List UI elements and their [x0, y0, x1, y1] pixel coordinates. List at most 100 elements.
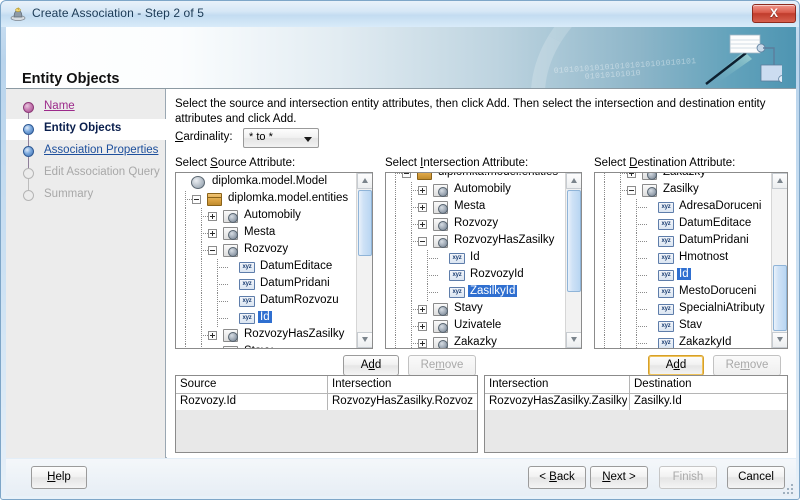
help-button[interactable]: Help: [31, 466, 87, 489]
tree-node[interactable]: xyz SpecialniAtributy: [595, 301, 787, 318]
tree-node[interactable]: Automobily: [176, 208, 372, 225]
tree-node[interactable]: Mesta: [386, 199, 581, 216]
tree-node-label: Hmotnost: [679, 251, 729, 263]
tree-node[interactable]: Stavy: [176, 344, 372, 348]
tree-guide-line: [636, 343, 647, 344]
scroll-thumb[interactable]: [773, 265, 787, 331]
intersection-destination-table[interactable]: Intersection Destination RozvozyHasZasil…: [484, 375, 788, 453]
expand-node-icon[interactable]: [627, 173, 636, 178]
next-button-label: Next >: [602, 471, 636, 483]
cardinality-select[interactable]: * to *: [243, 128, 319, 148]
tree-node[interactable]: Mesta: [176, 225, 372, 242]
tree-node[interactable]: xyz Id: [386, 250, 581, 267]
tree-node[interactable]: xyz Hmotnost: [595, 250, 787, 267]
tree-node[interactable]: RozvozyHasZasilky: [176, 327, 372, 344]
scroll-down-icon[interactable]: [566, 332, 581, 348]
tree-node[interactable]: diplomka.model.Model: [176, 174, 372, 191]
source-attribute-tree[interactable]: diplomka.model.Model diplomka.model.entit…: [175, 172, 373, 349]
tree-node-label: Uzivatele: [454, 319, 502, 331]
tree-node[interactable]: diplomka.model.entities: [386, 173, 581, 182]
tree-guide-line: [201, 276, 202, 293]
table-row[interactable]: RozvozyHasZasilky.ZasilkyId Zasilky.Id: [485, 394, 787, 410]
next-button[interactable]: Next >: [590, 466, 648, 489]
tree-node[interactable]: Stavy: [386, 301, 581, 318]
scroll-up-icon[interactable]: [357, 173, 372, 189]
tree-guide-line: [185, 276, 186, 293]
tree-node[interactable]: Zasilky: [595, 182, 787, 199]
intersection-tree-scrollbar[interactable]: [565, 173, 581, 348]
destination-attribute-tree[interactable]: Zakazky Zasilky xyz AdresaDoruceni xyz DatumE…: [594, 172, 788, 349]
tree-node[interactable]: xyz Id: [176, 310, 372, 327]
tree-node[interactable]: diplomka.model.entities: [176, 191, 372, 208]
tree-node[interactable]: Zakazky: [595, 173, 787, 182]
expand-node-icon[interactable]: [208, 212, 217, 221]
expand-node-icon[interactable]: [418, 186, 427, 195]
tree-guide-line: [636, 224, 647, 225]
column-header-source: Source: [180, 378, 217, 390]
scroll-thumb[interactable]: [358, 190, 372, 256]
expand-node-icon[interactable]: [208, 229, 217, 238]
tree-node[interactable]: xyz DatumEditace: [595, 216, 787, 233]
intersection-attribute-tree[interactable]: diplomka.model.entities Automobily Mesta Ro…: [385, 172, 582, 349]
back-button[interactable]: < Back: [528, 466, 586, 489]
scroll-up-icon[interactable]: [772, 173, 787, 189]
scroll-down-icon[interactable]: [357, 332, 372, 348]
step-item-entity-objects[interactable]: Entity Objects: [6, 119, 166, 152]
tree-node[interactable]: xyz ZakazkyId: [595, 335, 787, 348]
attribute-xyz-icon: xyz: [239, 296, 255, 307]
cell-intersection: RozvozyHasZasilky.ZasilkyId: [489, 395, 627, 407]
destination-tree-scrollbar[interactable]: [771, 173, 787, 348]
expand-node-icon[interactable]: [418, 339, 427, 348]
tree-guide-line: [201, 293, 202, 310]
tree-node[interactable]: xyz MestoDoruceni: [595, 284, 787, 301]
scroll-thumb[interactable]: [567, 190, 581, 292]
tree-node[interactable]: RozvozyHasZasilky: [386, 233, 581, 250]
expand-node-icon[interactable]: [418, 322, 427, 331]
tree-node[interactable]: Zakazky: [386, 335, 581, 348]
tree-node[interactable]: xyz DatumPridani: [595, 233, 787, 250]
expand-node-icon[interactable]: [418, 305, 427, 314]
resize-grip-icon[interactable]: [781, 482, 793, 494]
tree-node[interactable]: xyz DatumRozvozu: [176, 293, 372, 310]
source-intersection-table[interactable]: Source Intersection Rozvozy.Id RozvozyHa…: [175, 375, 478, 453]
tree-node-label: RozvozyHasZasilky: [244, 328, 345, 340]
expand-node-icon[interactable]: [208, 331, 217, 340]
tree-node[interactable]: xyz DatumEditace: [176, 259, 372, 276]
tree-guide-line: [201, 344, 202, 348]
tree-node[interactable]: xyz ZasilkyId: [386, 284, 581, 301]
add-source-intersection-button[interactable]: Add: [343, 355, 399, 376]
cardinality-value: * to *: [249, 131, 273, 143]
step-item-name[interactable]: Name: [6, 97, 166, 130]
tree-node[interactable]: Rozvozy: [176, 242, 372, 259]
cell-intersection: RozvozyHasZasilky.Rozvoz...: [332, 395, 474, 407]
tree-node-label: Zasilky: [663, 183, 699, 195]
close-button[interactable]: X: [752, 4, 796, 23]
intersection-tree-rows: diplomka.model.entities Automobily Mesta Ro…: [386, 173, 581, 348]
tree-node-label: Rozvozy: [244, 243, 289, 255]
collapse-node-icon[interactable]: [208, 246, 217, 255]
table-row[interactable]: Rozvozy.Id RozvozyHasZasilky.Rozvoz...: [176, 394, 477, 410]
tree-node[interactable]: Rozvozy: [386, 216, 581, 233]
collapse-node-icon[interactable]: [192, 195, 201, 204]
scroll-up-icon[interactable]: [566, 173, 581, 189]
scroll-down-icon[interactable]: [772, 332, 787, 348]
collapse-node-icon[interactable]: [627, 186, 636, 195]
tree-node[interactable]: xyz DatumPridani: [176, 276, 372, 293]
tree-guide-line: [636, 275, 647, 276]
column-header-intersection: Intersection: [332, 378, 392, 390]
add-intersection-destination-button[interactable]: Add: [648, 355, 704, 376]
tree-node[interactable]: xyz Id: [595, 267, 787, 284]
expand-node-icon[interactable]: [418, 220, 427, 229]
tree-node[interactable]: Automobily: [386, 182, 581, 199]
expand-node-icon[interactable]: [418, 203, 427, 212]
attribute-xyz-icon: xyz: [658, 253, 674, 264]
tree-node[interactable]: xyz Stav: [595, 318, 787, 335]
source-tree-scrollbar[interactable]: [356, 173, 372, 348]
collapse-node-icon[interactable]: [402, 173, 411, 178]
collapse-node-icon[interactable]: [418, 237, 427, 246]
tree-node[interactable]: xyz AdresaDoruceni: [595, 199, 787, 216]
cancel-button[interactable]: Cancel: [727, 466, 785, 489]
step-item-association-properties[interactable]: Association Properties: [6, 141, 166, 174]
tree-node[interactable]: xyz RozvozyId: [386, 267, 581, 284]
tree-node[interactable]: Uzivatele: [386, 318, 581, 335]
